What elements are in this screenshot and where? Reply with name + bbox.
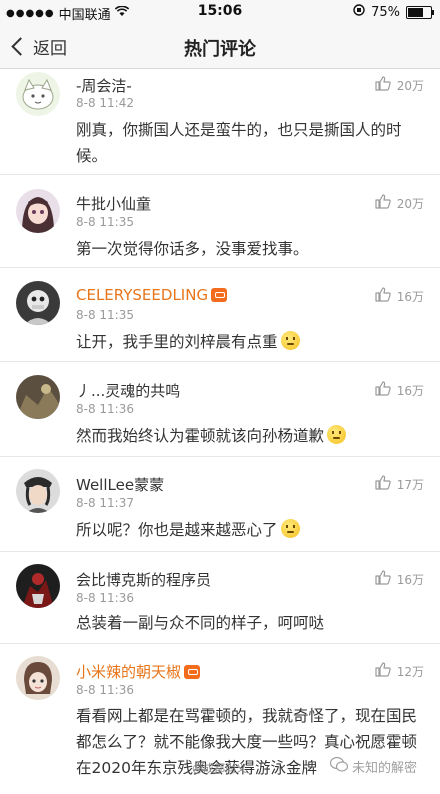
avatar[interactable] — [16, 375, 60, 419]
comment-author[interactable]: WellLee蒙蒙 — [76, 474, 164, 495]
comment-list: -周会洁- 8-8 11:42 20万 刚真，你撕国人还是蛮牛的，也只是撕国人的… — [0, 64, 440, 794]
comment-time: 8-8 11:36 — [76, 591, 134, 605]
watermark-right-text: 未知的解密 — [352, 761, 418, 776]
like-button[interactable]: 20万 — [375, 76, 424, 94]
comment-text-content: 所以呢？你也是越来越恶心了 — [76, 521, 278, 539]
avatar[interactable] — [16, 189, 60, 233]
avatar[interactable] — [16, 564, 60, 608]
comment-author[interactable]: 小米辣的朝天椒 — [76, 661, 201, 682]
thumbs-up-icon — [375, 570, 391, 588]
like-button[interactable]: 17万 — [375, 475, 424, 493]
smile-emoji-icon — [280, 519, 300, 538]
comment-item: 牛批小仙童 8-8 11:35 20万 第一次觉得你话多，没事爱找事。 — [0, 175, 440, 268]
status-right: 75% — [353, 4, 434, 20]
thumbs-up-icon — [375, 381, 391, 399]
comment-time: 8-8 11:36 — [76, 683, 134, 697]
comment-text: 让开，我手里的刘梓晨有点重 — [76, 329, 422, 355]
vip-badge-icon — [211, 288, 228, 302]
page-title: 热门评论 — [184, 39, 256, 60]
like-count: 16万 — [396, 289, 424, 304]
comment-item: 丿...灵魂的共鸣 8-8 11:36 16万 然而我始终认为霍顿就该向孙杨道歉 — [0, 362, 440, 457]
battery-fill — [408, 7, 423, 17]
comment-item: -周会洁- 8-8 11:42 20万 刚真，你撕国人还是蛮牛的，也只是撕国人的… — [0, 64, 440, 175]
comment-time: 8-8 11:36 — [76, 402, 134, 416]
avatar[interactable] — [16, 281, 60, 325]
thumbs-up-icon — [375, 475, 391, 493]
thumbs-up-icon — [375, 662, 391, 680]
smile-emoji-icon — [280, 331, 300, 350]
vip-badge-icon — [184, 665, 201, 679]
comment-author[interactable]: -周会洁- — [76, 75, 132, 96]
thumbs-up-icon — [375, 287, 391, 305]
avatar[interactable] — [16, 469, 60, 513]
like-count: 17万 — [396, 477, 424, 492]
rotation-lock-icon — [353, 4, 365, 20]
watermark-right: 未知的解密 — [329, 756, 418, 776]
comment-text: 第一次觉得你话多，没事爱找事。 — [76, 240, 309, 258]
comment-time: 8-8 11:35 — [76, 308, 134, 322]
comment-author[interactable]: 丿...灵魂的共鸣 — [76, 380, 180, 401]
battery-percent: 75% — [371, 4, 400, 20]
watermark-left: @成都尚义 — [192, 762, 247, 775]
smile-emoji-icon — [327, 425, 347, 444]
comment-item: CELERYSEEDLING 8-8 11:35 16万 让开，我手里的刘梓晨有… — [0, 268, 440, 362]
author-name: CELERYSEEDLING — [76, 286, 209, 304]
comment-text: 然而我始终认为霍顿就该向孙杨道歉 — [76, 423, 422, 449]
comment-author[interactable]: 会比博克斯的程序员 — [76, 569, 211, 590]
author-name: 小米辣的朝天椒 — [76, 663, 182, 681]
like-count: 12万 — [396, 664, 424, 679]
thumbs-up-icon — [375, 194, 391, 212]
like-button[interactable]: 12万 — [375, 662, 424, 680]
comment-text-content: 让开，我手里的刘梓晨有点重 — [76, 333, 278, 351]
like-count: 20万 — [396, 196, 424, 211]
comment-time: 8-8 11:42 — [76, 96, 134, 110]
comment-text: 刚真，你撕国人还是蛮牛的，也只是撕国人的时候。 — [76, 121, 402, 165]
status-bar: ●●●●● 中国联通 15:06 75% — [0, 0, 440, 24]
like-button[interactable]: 16万 — [375, 381, 424, 399]
nav-bar: 返回 热门评论 — [0, 24, 440, 69]
like-count: 16万 — [396, 383, 424, 398]
avatar[interactable] — [16, 656, 60, 700]
wechat-icon — [329, 756, 349, 776]
like-count: 20万 — [396, 78, 424, 93]
comment-text: 总装着一副与众不同的样子，呵呵哒 — [76, 614, 325, 632]
like-count: 16万 — [396, 572, 424, 587]
like-button[interactable]: 16万 — [375, 570, 424, 588]
comment-author[interactable]: 牛批小仙童 — [76, 193, 151, 214]
thumbs-up-icon — [375, 76, 391, 94]
comment-item: WellLee蒙蒙 8-8 11:37 17万 所以呢？你也是越来越恶心了 — [0, 457, 440, 552]
like-button[interactable]: 20万 — [375, 194, 424, 212]
comment-text-content: 然而我始终认为霍顿就该向孙杨道歉 — [76, 427, 325, 445]
battery-icon — [406, 5, 434, 19]
like-button[interactable]: 16万 — [375, 287, 424, 305]
comment-time: 8-8 11:35 — [76, 215, 134, 229]
comment-text: 所以呢？你也是越来越恶心了 — [76, 517, 422, 543]
comment-time: 8-8 11:37 — [76, 496, 134, 510]
comment-author[interactable]: CELERYSEEDLING — [76, 286, 228, 304]
avatar[interactable] — [16, 72, 60, 116]
comment-item: 会比博克斯的程序员 8-8 11:36 16万 总装着一副与众不同的样子，呵呵哒 — [0, 552, 440, 644]
